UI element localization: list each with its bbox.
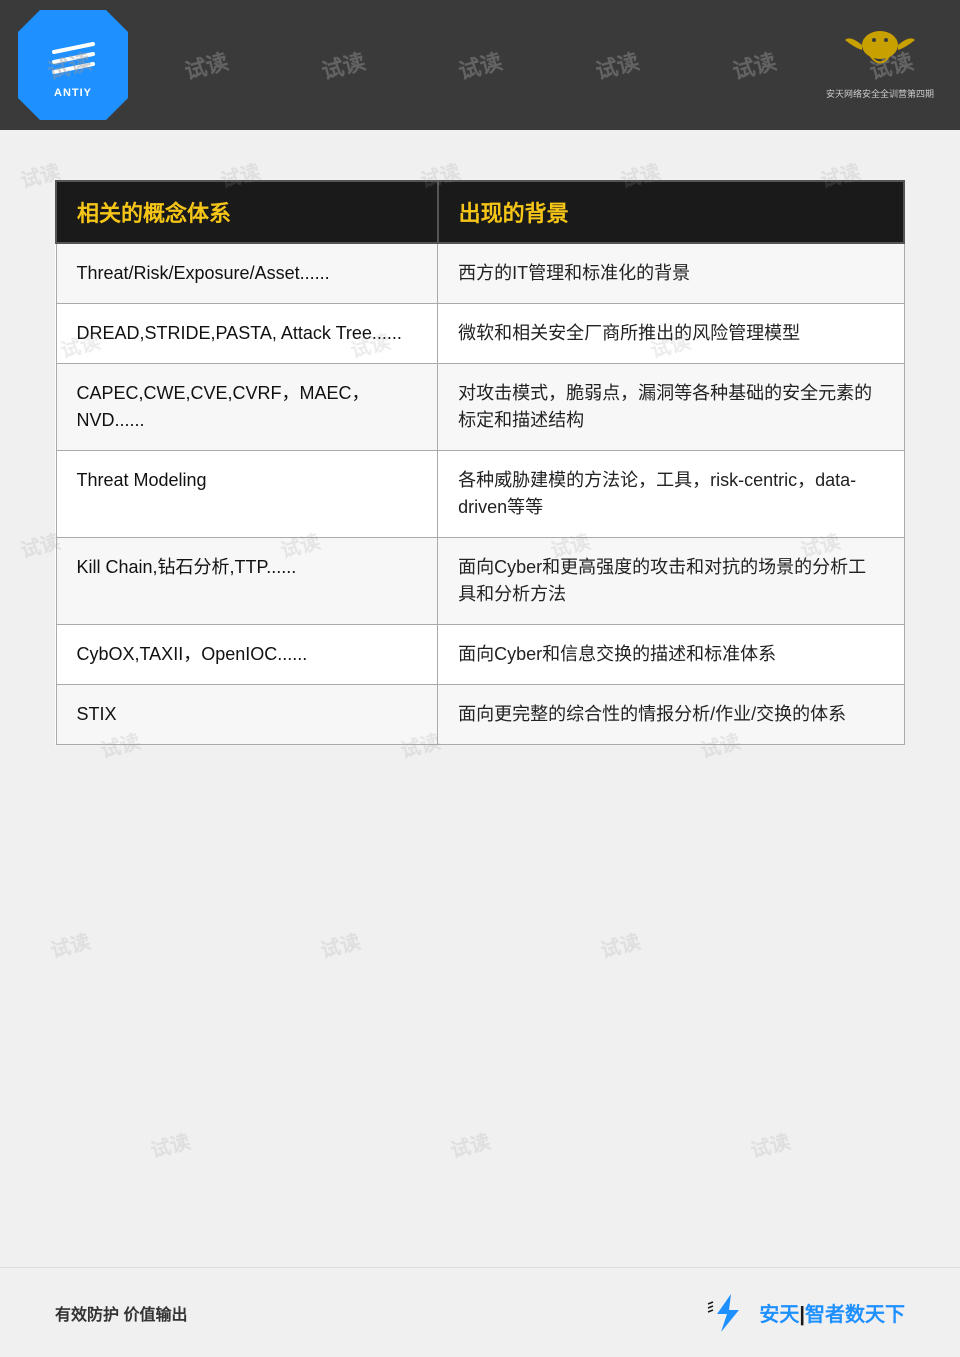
table-cell-left: CybOX,TAXII，OpenIOC...... — [56, 625, 438, 685]
table-cell-right: 西方的IT管理和标准化的背景 — [438, 243, 904, 304]
header-watermarks: 试读 试读 试读 试读 试读 试读 试读 — [0, 0, 960, 130]
table-row: Threat/Risk/Exposure/Asset......西方的IT管理和… — [56, 243, 904, 304]
table-cell-left: CAPEC,CWE,CVE,CVRF，MAEC，NVD...... — [56, 364, 438, 451]
bwm17: 试读 — [317, 925, 363, 963]
footer-logo-icon — [703, 1292, 753, 1334]
top-right-logo: 安天网络安全全训营第四期 — [820, 15, 940, 105]
table-row: Threat Modeling各种威胁建模的方法论，工具，risk-centri… — [56, 451, 904, 538]
table-row: Kill Chain,钻石分析,TTP......面向Cyber和更高强度的攻击… — [56, 538, 904, 625]
table-row: DREAD,STRIDE,PASTA, Attack Tree......微软和… — [56, 304, 904, 364]
table-cell-right: 对攻击模式，脆弱点，漏洞等各种基础的安全元素的标定和描述结构 — [438, 364, 904, 451]
table-row: CybOX,TAXII，OpenIOC......面向Cyber和信息交换的描述… — [56, 625, 904, 685]
bwm18: 试读 — [597, 925, 643, 963]
col1-header: 相关的概念体系 — [56, 181, 438, 243]
logo-icon — [46, 32, 101, 87]
wm2: 试读 — [180, 44, 231, 86]
bwm20: 试读 — [447, 1125, 493, 1163]
table-cell-right: 面向更完整的综合性的情报分析/作业/交换的体系 — [438, 685, 904, 745]
bwm16: 试读 — [47, 925, 93, 963]
table-cell-left: Threat/Risk/Exposure/Asset...... — [56, 243, 438, 304]
bwm21: 试读 — [747, 1125, 793, 1163]
table-cell-right: 面向Cyber和更高强度的攻击和对抗的场景的分析工具和分析方法 — [438, 538, 904, 625]
table-header-row: 相关的概念体系 出现的背景 — [56, 181, 904, 243]
footer-brand-name: 安天|智者数天下 — [759, 1298, 905, 1327]
wm5: 试读 — [592, 44, 643, 86]
logo-text: ANTIY — [54, 87, 92, 99]
header: ANTIY 试读 试读 试读 试读 试读 试读 试读 安天网络安全全训营第四期 — [0, 0, 960, 130]
bwm19: 试读 — [147, 1125, 193, 1163]
table-cell-left: Kill Chain,钻石分析,TTP...... — [56, 538, 438, 625]
table-cell-right: 各种威胁建模的方法论，工具，risk-centric，data-driven等等 — [438, 451, 904, 538]
wm6: 试读 — [729, 44, 780, 86]
wm4: 试读 — [455, 44, 506, 86]
table-cell-left: Threat Modeling — [56, 451, 438, 538]
table-cell-right: 面向Cyber和信息交换的描述和标准体系 — [438, 625, 904, 685]
table-cell-left: DREAD,STRIDE,PASTA, Attack Tree...... — [56, 304, 438, 364]
main-content: 相关的概念体系 出现的背景 Threat/Risk/Exposure/Asset… — [0, 130, 960, 775]
top-right-label: 安天网络安全全训营第四期 — [826, 87, 934, 100]
table-row: STIX面向更完整的综合性的情报分析/作业/交换的体系 — [56, 685, 904, 745]
logo: ANTIY — [18, 10, 128, 120]
footer-left-text: 有效防护 价值输出 — [55, 1301, 187, 1325]
top-right-icon — [840, 20, 920, 85]
footer-brand-main: 安天 — [759, 1304, 799, 1326]
footer: 有效防护 价值输出 安天|智者数天下 — [0, 1267, 960, 1357]
table-cell-right: 微软和相关安全厂商所推出的风险管理模型 — [438, 304, 904, 364]
footer-brand-suffix: 智者数天下 — [805, 1304, 905, 1326]
wm3: 试读 — [317, 44, 368, 86]
footer-right: 安天|智者数天下 — [703, 1292, 905, 1334]
table-cell-left: STIX — [56, 685, 438, 745]
col2-header: 出现的背景 — [438, 181, 904, 243]
table-row: CAPEC,CWE,CVE,CVRF，MAEC，NVD......对攻击模式，脆… — [56, 364, 904, 451]
concept-table: 相关的概念体系 出现的背景 Threat/Risk/Exposure/Asset… — [55, 180, 905, 745]
